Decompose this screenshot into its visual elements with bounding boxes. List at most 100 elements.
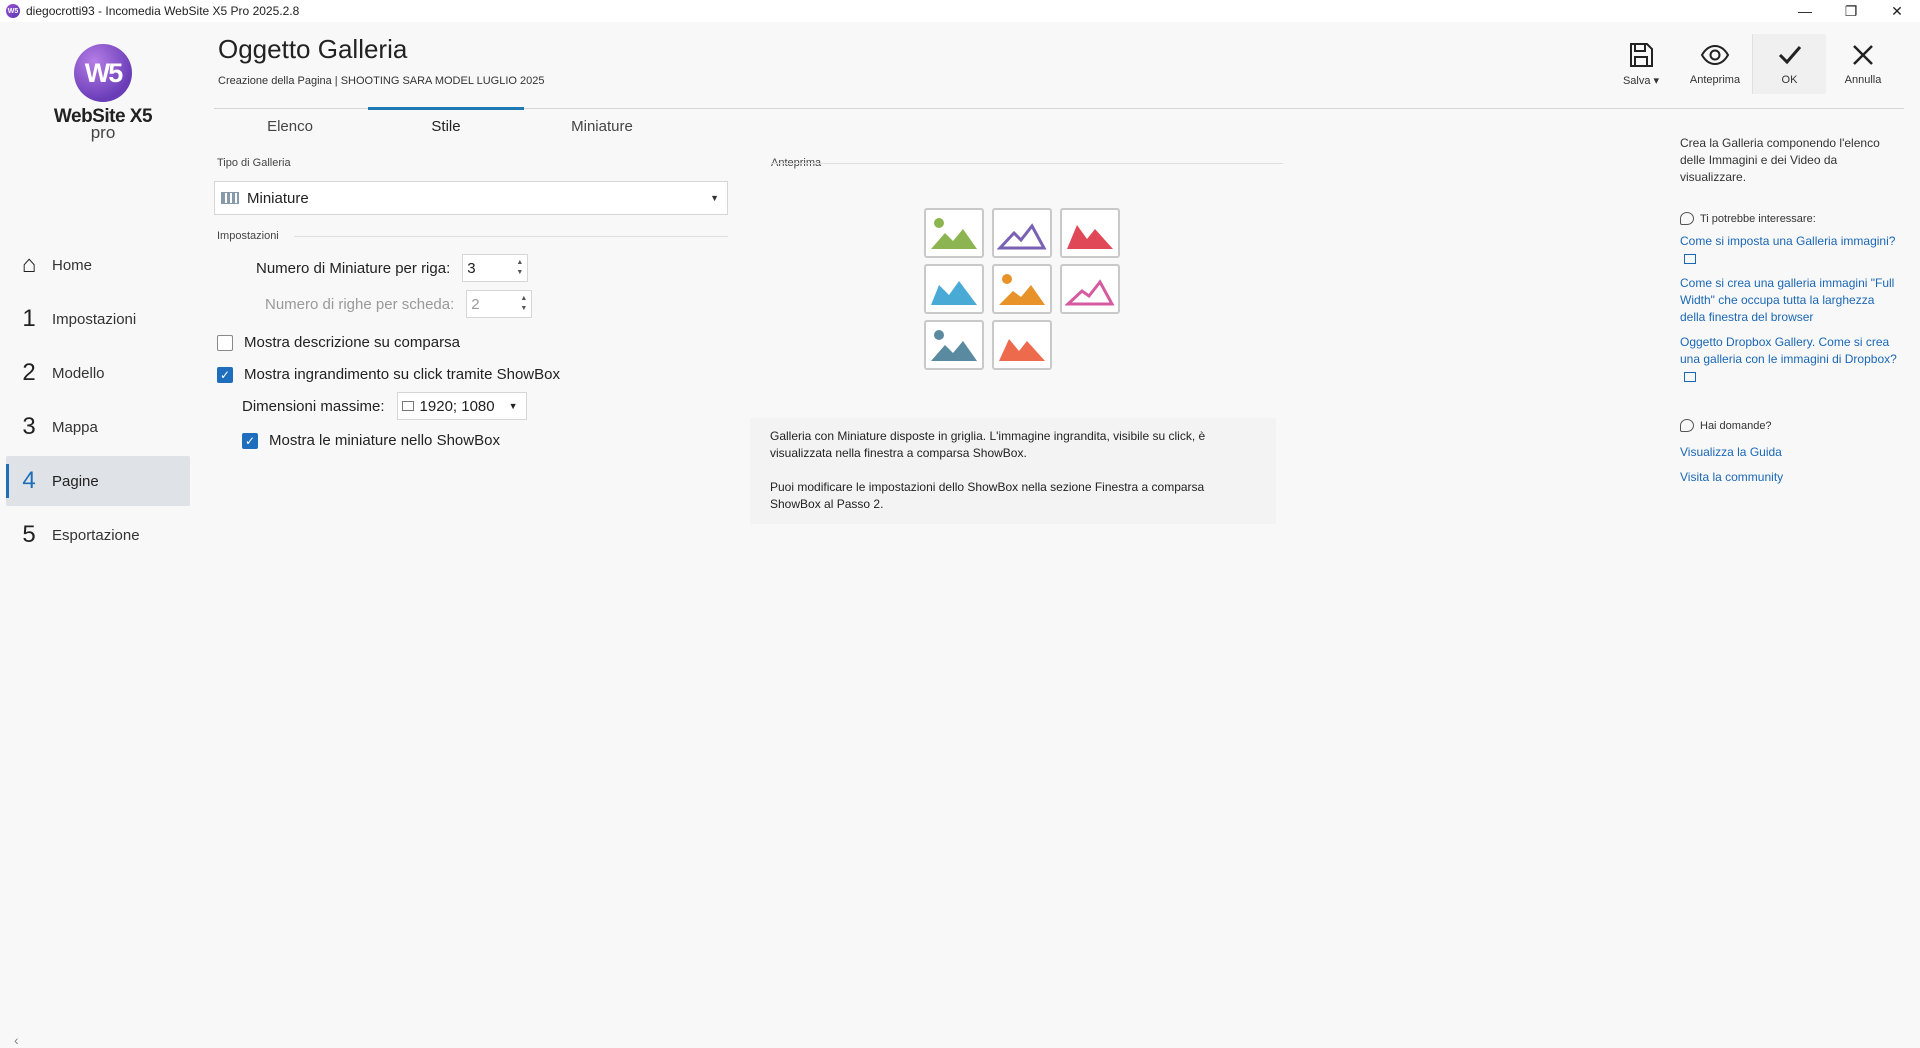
interest-heading-label: Ti potrebbe interessare: bbox=[1700, 212, 1816, 225]
show-description-option[interactable]: Mostra descrizione su comparsa bbox=[217, 334, 460, 351]
image-icon bbox=[997, 223, 1047, 250]
nav-item-label: Mappa bbox=[52, 418, 98, 436]
gallery-description: Galleria con Miniature disposte in grigl… bbox=[750, 418, 1276, 524]
save-button[interactable]: Salva ▾ bbox=[1604, 34, 1678, 94]
showbox-checkbox[interactable]: ✓ bbox=[217, 366, 233, 383]
app-icon: W5 bbox=[6, 4, 20, 18]
show-description-checkbox[interactable] bbox=[217, 334, 233, 351]
per-row-field: Numero di Miniature per riga: 3 ▲ ▼ bbox=[256, 254, 529, 282]
per-row-value: 3 bbox=[467, 259, 476, 277]
settings-divider bbox=[294, 236, 728, 237]
save-label: Salva ▾ bbox=[1622, 75, 1660, 87]
showbox-option[interactable]: ✓ Mostra ingrandimento su click tramite … bbox=[217, 366, 560, 383]
page-title: Oggetto Galleria bbox=[218, 34, 408, 64]
home-icon: ⌂ bbox=[21, 251, 37, 278]
grid-icon bbox=[221, 192, 239, 204]
nav-item-label: Esportazione bbox=[52, 526, 140, 544]
show-description-label: Mostra descrizione su comparsa bbox=[244, 334, 460, 351]
breadcrumb: Creazione della Pagina | SHOOTING SARA M… bbox=[218, 75, 545, 87]
thumbs-in-showbox-option[interactable]: ✓ Mostra le miniature nello ShowBox bbox=[242, 432, 500, 449]
image-icon bbox=[1065, 279, 1115, 306]
tab-miniature[interactable]: Miniature bbox=[524, 110, 680, 142]
chevron-down-icon: ▼ bbox=[508, 401, 518, 411]
interest-heading: Ti potrebbe interessare: bbox=[1680, 212, 1900, 225]
help-link[interactable]: Oggetto Dropbox Gallery. Come si crea un… bbox=[1680, 334, 1900, 385]
stepper-arrows-icon[interactable]: ▲ ▼ bbox=[520, 294, 531, 314]
preview-thumbnail bbox=[992, 208, 1052, 258]
image-icon bbox=[931, 281, 977, 305]
help-panel: Crea la Galleria componendo l'elenco del… bbox=[1680, 135, 1900, 486]
tab-stile[interactable]: Stile bbox=[368, 107, 524, 142]
cancel-label: Annulla bbox=[1844, 74, 1882, 86]
nav-item-home[interactable]: ⌂ Home bbox=[6, 240, 190, 290]
preview-thumbnail bbox=[992, 320, 1052, 370]
rows-label: Numero di righe per scheda: bbox=[265, 295, 455, 313]
nav-item-label: Pagine bbox=[52, 472, 99, 490]
per-row-label: Numero di Miniature per riga: bbox=[256, 259, 451, 277]
external-link-icon bbox=[1684, 371, 1696, 382]
nav-item-label: Impostazioni bbox=[52, 310, 137, 328]
question-icon bbox=[1680, 419, 1694, 432]
preview-divider bbox=[771, 163, 1283, 164]
help-link[interactable]: Come si imposta una Galleria immagini? bbox=[1680, 233, 1900, 267]
nav-item-number: 2 bbox=[22, 359, 36, 386]
check-icon bbox=[1778, 46, 1801, 65]
max-dimension-select[interactable]: 1920; 1080 ▼ bbox=[396, 392, 527, 420]
logo-mark: W5 bbox=[74, 44, 132, 102]
nav-item-modello[interactable]: 2 Modello bbox=[6, 348, 190, 398]
toolbar: Salva ▾ Anteprima OK Annulla bbox=[1604, 34, 1900, 94]
save-icon bbox=[1630, 43, 1653, 67]
app-logo: W5 WebSite X5 pro bbox=[48, 44, 158, 143]
nav-item-label: Home bbox=[52, 256, 93, 274]
preview-thumbnail bbox=[992, 264, 1052, 314]
preview-thumbnail bbox=[924, 264, 984, 314]
chat-icon bbox=[1680, 212, 1694, 225]
nav-item-impostazioni[interactable]: 1 Impostazioni bbox=[6, 294, 190, 344]
window-title: diegocrotti93 - Incomedia WebSite X5 Pro… bbox=[26, 4, 300, 18]
cancel-button[interactable]: Annulla bbox=[1826, 34, 1900, 94]
rows-field: Numero di righe per scheda: 2 ▲ ▼ bbox=[265, 290, 533, 318]
max-dimension-label: Dimensioni massime: bbox=[242, 397, 385, 415]
gallery-type-select[interactable]: Miniature ▼ bbox=[214, 181, 728, 215]
help-link-text: Come si imposta una Galleria immagini? bbox=[1680, 234, 1896, 248]
image-icon bbox=[931, 218, 977, 249]
external-link-icon bbox=[1684, 253, 1696, 264]
thumbs-in-showbox-checkbox[interactable]: ✓ bbox=[242, 432, 258, 449]
chevron-down-icon: ▼ bbox=[710, 193, 719, 203]
title-bar: W5 diegocrotti93 - Incomedia WebSite X5 … bbox=[0, 0, 1920, 22]
tab-elenco[interactable]: Elenco bbox=[212, 110, 368, 142]
minimize-button[interactable]: — bbox=[1782, 0, 1828, 22]
close-window-button[interactable]: ✕ bbox=[1874, 0, 1920, 22]
nav-item-pagine[interactable]: 4 Pagine bbox=[6, 456, 190, 506]
nav-item-mappa[interactable]: 3 Mappa bbox=[6, 402, 190, 452]
help-link[interactable]: Come si crea una galleria immagini "Full… bbox=[1680, 275, 1900, 326]
ok-label: OK bbox=[1781, 74, 1798, 86]
ok-button[interactable]: OK bbox=[1752, 34, 1826, 94]
settings-section-label: Impostazioni bbox=[217, 230, 279, 242]
rows-stepper[interactable]: 2 ▲ ▼ bbox=[466, 290, 533, 318]
image-icon bbox=[931, 330, 977, 361]
eye-icon bbox=[1700, 44, 1730, 66]
restore-button[interactable]: ❐ bbox=[1828, 0, 1874, 22]
preview-button[interactable]: Anteprima bbox=[1678, 34, 1752, 94]
stepper-arrows-icon[interactable]: ▲ ▼ bbox=[516, 258, 527, 278]
guide-link[interactable]: Visualizza la Guida bbox=[1680, 444, 1900, 461]
max-dimension-value: 1920; 1080 bbox=[419, 397, 495, 415]
sidebar: W5 WebSite X5 pro ⌂ Home 1 Impostazioni … bbox=[0, 22, 200, 1048]
help-link-text: Come si crea una galleria immagini "Full… bbox=[1680, 276, 1895, 324]
nav-item-number: 4 bbox=[22, 467, 36, 494]
collapse-sidebar-icon[interactable]: ‹ bbox=[14, 1032, 19, 1048]
tab-bar: Elenco Stile Miniature bbox=[212, 107, 680, 142]
nav-item-esportazione[interactable]: 5 Esportazione bbox=[6, 510, 190, 560]
page-header: Oggetto Galleria Creazione della Pagina … bbox=[218, 34, 544, 87]
preview-label: Anteprima bbox=[1689, 74, 1741, 86]
nav-item-number: 1 bbox=[22, 305, 36, 332]
monitor-icon bbox=[401, 401, 414, 411]
showbox-label: Mostra ingrandimento su click tramite Sh… bbox=[244, 366, 560, 383]
main-nav: ⌂ Home 1 Impostazioni 2 Modello 3 Mappa … bbox=[6, 240, 190, 564]
per-row-stepper[interactable]: 3 ▲ ▼ bbox=[462, 254, 529, 282]
close-icon bbox=[1853, 45, 1873, 65]
community-link[interactable]: Visita la community bbox=[1680, 469, 1900, 486]
nav-item-number: 5 bbox=[22, 521, 36, 548]
nav-item-number: 3 bbox=[22, 413, 36, 440]
